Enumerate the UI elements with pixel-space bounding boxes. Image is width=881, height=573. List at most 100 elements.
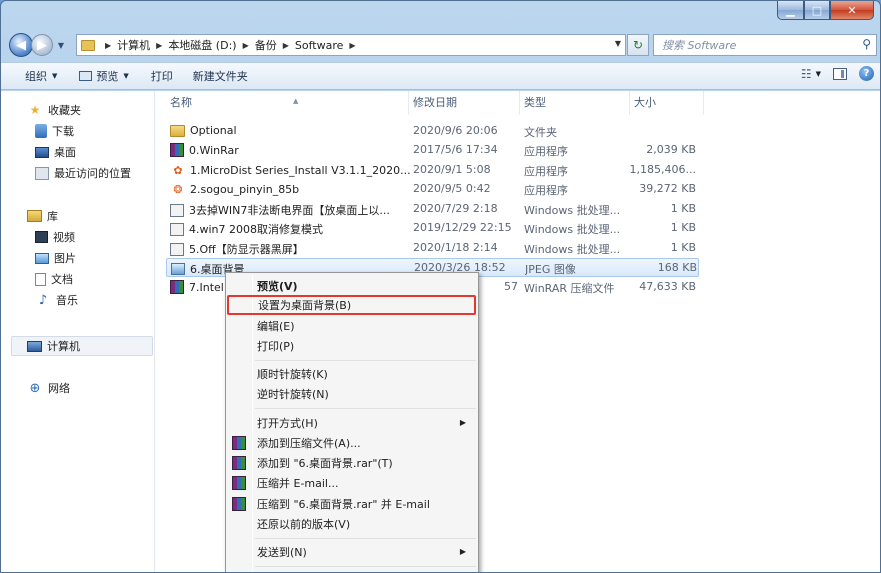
breadcrumb-separator[interactable]: ▶ [349, 41, 355, 50]
winrar-icon [232, 456, 246, 470]
menu-label: 压缩到 "6.桌面背景.rar" 并 E-mail [257, 498, 430, 511]
video-icon [35, 231, 48, 243]
explorer-window: ▁ □ ✕ ◀ ▶ ▼ ▶ 计算机 ▶ 本地磁盘 (D:) ▶ 备份 ▶ Sof… [0, 0, 881, 573]
forward-button[interactable]: ▶ [31, 34, 53, 56]
refresh-button[interactable]: ↻ [627, 34, 649, 56]
breadcrumb-separator[interactable]: ▶ [105, 41, 111, 50]
chevron-down-icon: ▼ [52, 72, 58, 80]
menu-item-print[interactable]: 打印(P) [228, 336, 476, 356]
address-bar[interactable]: ▶ 计算机 ▶ 本地磁盘 (D:) ▶ 备份 ▶ Software ▶ ▼ [76, 34, 626, 56]
file-row[interactable]: 3去掉WIN7非法断电界面【放桌面上以... 2020/7/29 2:18 Wi… [166, 200, 699, 219]
help-icon[interactable]: ? [859, 66, 874, 81]
nav-item-pictures[interactable]: 图片 [35, 250, 76, 266]
file-date: 2020/9/6 20:06 [413, 124, 498, 137]
menu-item-open-with[interactable]: 打开方式(H) ▶ [228, 413, 476, 433]
nav-item-desktop[interactable]: 桌面 [35, 144, 76, 160]
file-size: 39,272 KB [639, 182, 696, 195]
column-name[interactable]: 名称 ▲ [166, 91, 409, 115]
menu-item-add-to-archive[interactable]: 添加到压缩文件(A)... [228, 433, 476, 453]
column-size[interactable]: 大小 [630, 91, 704, 115]
nav-item-computer[interactable]: 计算机 [27, 338, 80, 354]
nav-label: 网络 [48, 382, 70, 395]
maximize-button[interactable]: □ [804, 1, 830, 20]
caption-buttons: ▁ □ ✕ [777, 1, 874, 21]
menu-label: 打开方式(H) [257, 417, 318, 430]
menu-item-send-to[interactable]: 发送到(N) ▶ [228, 542, 476, 562]
menu-item-compress-to-rar-and-email[interactable]: 压缩到 "6.桌面背景.rar" 并 E-mail [228, 494, 476, 514]
breadcrumb-separator[interactable]: ▶ [283, 41, 289, 50]
chevron-down-icon[interactable]: ▼ [816, 70, 821, 78]
breadcrumb-separator[interactable]: ▶ [243, 41, 249, 50]
file-size: 168 KB [657, 261, 697, 274]
breadcrumb-software[interactable]: Software [295, 39, 344, 52]
file-row[interactable]: ✿ 1.MicroDist Series_Install V3.1.1_2020.… [166, 161, 699, 180]
menu-item-compress-and-email[interactable]: 压缩并 E-mail... [228, 473, 476, 493]
column-date[interactable]: 修改日期 [409, 91, 520, 115]
menu-item-set-desktop-background[interactable]: 设置为桌面背景(B) [227, 295, 476, 315]
nav-item-videos[interactable]: 视频 [35, 229, 75, 245]
file-size: 1 KB [670, 202, 696, 215]
menu-item-rotate-clockwise[interactable]: 顺时针旋转(K) [228, 364, 476, 384]
breadcrumb-backup[interactable]: 备份 [255, 37, 277, 53]
breadcrumb-computer[interactable]: 计算机 [117, 37, 150, 53]
preview-button[interactable]: 预览 ▼ [71, 65, 136, 87]
minimize-button[interactable]: ▁ [777, 1, 804, 20]
nav-item-recent[interactable]: 最近访问的位置 [35, 165, 131, 181]
nav-item-downloads[interactable]: 下载 [35, 123, 74, 139]
search-input-placeholder[interactable]: 搜索 Software [662, 37, 736, 53]
downloads-icon [35, 124, 47, 138]
file-row[interactable]: ❂ 2.sogou_pinyin_85b 2020/9/5 0:42 应用程序 3… [166, 180, 699, 199]
menu-item-preview[interactable]: 预览(V) [228, 276, 476, 296]
nav-label: 音乐 [56, 294, 78, 307]
menu-item-edit[interactable]: 编辑(E) [228, 316, 476, 336]
file-size: 1 KB [670, 221, 696, 234]
file-row[interactable]: 4.win7 2008取消修复模式 2019/12/29 22:15 Windo… [166, 219, 699, 238]
nav-label: 计算机 [47, 340, 80, 353]
nav-label: 文档 [51, 273, 73, 286]
organize-button[interactable]: 组织 ▼ [17, 65, 65, 87]
nav-item-music[interactable]: ♪ 音乐 [35, 292, 78, 308]
breadcrumb-separator[interactable]: ▶ [156, 41, 162, 50]
star-icon: ★ [29, 103, 41, 117]
recent-pages-dropdown[interactable]: ▼ [55, 41, 67, 50]
batch-file-icon [170, 203, 184, 217]
submenu-arrow-icon: ▶ [459, 418, 466, 427]
file-row[interactable]: 0.WinRar 2017/5/6 17:34 应用程序 2,039 KB [166, 141, 699, 160]
menu-item-add-to-rar[interactable]: 添加到 "6.桌面背景.rar"(T) [228, 453, 476, 473]
nav-item-favorites[interactable]: ★ 收藏夹 [27, 102, 81, 118]
folder-icon [170, 124, 185, 137]
file-type: JPEG 图像 [525, 263, 576, 276]
nav-item-libraries[interactable]: 库 [27, 208, 58, 224]
preview-pane-icon[interactable] [833, 67, 847, 80]
file-row[interactable]: 5.Off【防显示器黑屏】 2020/1/18 2:14 Windows 批处理… [166, 239, 699, 258]
file-type: Windows 批处理... [524, 223, 621, 236]
file-size: 2,039 KB [646, 143, 696, 156]
search-box[interactable]: 搜索 Software ⚲ [653, 34, 877, 56]
menu-item-rotate-counterclockwise[interactable]: 逆时针旋转(N) [228, 384, 476, 404]
menu-separator [255, 408, 476, 409]
file-date: 2019/12/29 22:15 [413, 221, 512, 234]
search-icon[interactable]: ⚲ [862, 37, 871, 51]
menu-label: 压缩并 E-mail... [257, 477, 339, 490]
file-name: 0.WinRar [189, 143, 239, 157]
view-options-icon[interactable]: ☷ [801, 67, 812, 81]
print-button[interactable]: 打印 [143, 65, 181, 87]
menu-item-restore-previous-versions[interactable]: 还原以前的版本(V) [228, 514, 476, 534]
breadcrumb-drive-d[interactable]: 本地磁盘 (D:) [168, 37, 236, 53]
file-type: 应用程序 [524, 145, 568, 158]
file-row[interactable]: Optional 2020/9/6 20:06 文件夹 [166, 122, 699, 141]
close-button[interactable]: ✕ [830, 1, 874, 20]
back-button[interactable]: ◀ [9, 33, 33, 57]
music-icon: ♪ [38, 292, 48, 308]
menu-separator [255, 538, 476, 539]
column-type[interactable]: 类型 [520, 91, 630, 115]
nav-item-documents[interactable]: 文档 [35, 271, 73, 287]
address-dropdown-icon[interactable]: ▼ [615, 39, 621, 48]
batch-file-icon [170, 222, 184, 236]
nav-item-network[interactable]: ⊕ 网络 [27, 380, 70, 396]
documents-icon [35, 272, 46, 286]
file-type: 应用程序 [524, 184, 568, 197]
folder-icon [81, 39, 95, 51]
file-date: 2020/7/29 2:18 [413, 202, 498, 215]
new-folder-button[interactable]: 新建文件夹 [185, 65, 256, 87]
